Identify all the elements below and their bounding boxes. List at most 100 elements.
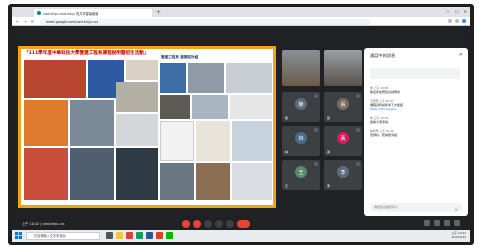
participant-tile[interactable] bbox=[282, 50, 320, 86]
participant-tile[interactable]: 林 林 bbox=[282, 126, 320, 156]
chat-header: 通話中的訊息 bbox=[370, 53, 396, 58]
avatar: 張 bbox=[337, 98, 349, 110]
participant-video bbox=[324, 50, 362, 86]
participant-tile[interactable] bbox=[324, 50, 362, 86]
chat-message: 王老師 上午 10:37 課程資料請參考下方連結 https://forms.g… bbox=[370, 99, 462, 111]
meeting-time-code: 上午 10:42 | cwd-kmju-rvz bbox=[22, 222, 65, 226]
browser-tab-bar: cwd-kmju-cwd-kmju 的共享螢幕畫面 + — ☐ ✕ bbox=[12, 7, 470, 17]
participant-name: 林 bbox=[285, 150, 289, 154]
taskbar-search-box[interactable]: 在這裡輸入文字來搜尋 bbox=[26, 232, 100, 240]
system-tray-clock[interactable]: 上午 10:42 2022/4/20 bbox=[451, 231, 466, 239]
monitor-frame: cwd-kmju-cwd-kmju 的共享螢幕畫面 + — ☐ ✕ ← → ⟳ … bbox=[8, 4, 474, 245]
participant-name: 王 bbox=[285, 184, 289, 188]
close-chat-button[interactable]: ✕ bbox=[459, 52, 463, 58]
avatar: 林 bbox=[295, 132, 307, 144]
mic-toggle-icon[interactable] bbox=[182, 219, 190, 228]
word-icon[interactable] bbox=[146, 232, 153, 239]
send-icon[interactable]: ➤ bbox=[455, 205, 458, 214]
close-window-button[interactable]: ✕ bbox=[464, 9, 467, 14]
file-explorer-icon[interactable] bbox=[116, 232, 123, 239]
slide-photo bbox=[226, 63, 272, 93]
slide-photo bbox=[196, 163, 230, 200]
new-tab-button[interactable]: + bbox=[156, 9, 161, 16]
window-controls: — ☐ ✕ bbox=[446, 9, 467, 14]
slide-photo bbox=[160, 95, 190, 119]
mic-off-icon bbox=[356, 162, 360, 166]
back-icon[interactable]: ← bbox=[16, 19, 19, 24]
meet-stage: 「111學年度中華科技大學營建工程系課程說明暨招生活動」 營建工程系 建築設計組 bbox=[12, 26, 470, 218]
captions-icon[interactable] bbox=[204, 219, 212, 228]
mic-off-icon bbox=[314, 128, 318, 132]
chat-text: 謝謝大家參與 bbox=[370, 120, 389, 124]
slide-subtitle: 營建工程系 建築設計組 bbox=[161, 55, 199, 59]
slide-photo bbox=[230, 95, 272, 119]
avatar: 黃 bbox=[337, 132, 349, 144]
camera-toggle-icon[interactable] bbox=[193, 219, 201, 228]
slide-title: 「111學年度中華科技大學營建工程系課程說明暨招生活動」 bbox=[24, 51, 149, 56]
meet-favicon-icon bbox=[37, 11, 41, 15]
slide-photo bbox=[24, 100, 68, 146]
slide-photo bbox=[116, 114, 158, 146]
task-view-icon[interactable] bbox=[106, 232, 113, 239]
participant-tile[interactable]: 陳 陳 bbox=[282, 92, 320, 122]
taskbar-apps bbox=[106, 232, 173, 239]
chat-input-placeholder: 傳送訊息給所有人 bbox=[374, 205, 399, 209]
extension-icon[interactable] bbox=[448, 19, 452, 23]
browser-toolbar-icons bbox=[448, 19, 466, 23]
chat-panel: 通話中的訊息 ✕ 你 上午 10:36 歡迎參加營建系說明會 王老師 上午 10… bbox=[364, 48, 468, 216]
windows-start-icon[interactable] bbox=[15, 232, 22, 239]
slide-photo bbox=[232, 121, 272, 161]
profile-avatar-icon[interactable] bbox=[462, 19, 466, 23]
reload-icon[interactable]: ⟳ bbox=[31, 19, 34, 24]
maximize-button[interactable]: ☐ bbox=[455, 9, 459, 14]
participant-name: 陳 bbox=[285, 116, 289, 120]
more-options-icon[interactable] bbox=[226, 219, 234, 228]
browser-tab[interactable]: cwd-kmju-cwd-kmju 的共享螢幕畫面 bbox=[34, 9, 152, 17]
mic-off-icon bbox=[356, 94, 360, 98]
activities-icon[interactable] bbox=[454, 220, 460, 226]
nav-buttons: ← → ⟳ bbox=[16, 19, 34, 24]
participant-tile[interactable]: 張 張 bbox=[324, 92, 362, 122]
chat-link[interactable]: https://forms.gle/... bbox=[370, 107, 462, 111]
slide-photo bbox=[126, 60, 158, 80]
slide-photo bbox=[70, 100, 114, 146]
mic-off-icon bbox=[314, 94, 318, 98]
slide-photo bbox=[196, 121, 230, 161]
chat-icon[interactable] bbox=[444, 220, 450, 226]
call-controls bbox=[182, 219, 250, 228]
info-icon[interactable] bbox=[424, 220, 430, 226]
screen: cwd-kmju-cwd-kmju 的共享螢幕畫面 + — ☐ ✕ ← → ⟳ … bbox=[12, 7, 470, 242]
chat-text: 老師好，聽得很清楚 bbox=[370, 133, 398, 137]
meet-control-bar: 上午 10:42 | cwd-kmju-rvz bbox=[12, 218, 470, 230]
chat-input[interactable]: 傳送訊息給所有人 ➤ bbox=[370, 203, 462, 212]
slide-photo bbox=[70, 148, 114, 200]
present-screen-icon[interactable] bbox=[215, 219, 223, 228]
participant-video bbox=[282, 50, 320, 86]
participant-tile[interactable]: 黃 黃 bbox=[324, 126, 362, 156]
windows-taskbar: 在這裡輸入文字來搜尋 上午 10:42 2022/4/20 bbox=[12, 230, 470, 242]
edge-icon[interactable] bbox=[136, 232, 143, 239]
people-icon[interactable] bbox=[434, 220, 440, 226]
mic-off-icon bbox=[356, 128, 360, 132]
slide-photo bbox=[24, 148, 68, 200]
shared-slide: 「111學年度中華科技大學營建工程系課程說明暨招生活動」 營建工程系 建築設計組 bbox=[21, 49, 273, 205]
participant-tile[interactable]: 李 李 bbox=[324, 160, 362, 190]
chat-messages: 你 上午 10:36 歡迎參加營建系說明會 王老師 上午 10:37 課程資料請… bbox=[370, 86, 462, 142]
url-field[interactable]: meet.google.com/cwd-kmju-rvz bbox=[40, 18, 370, 25]
powerpoint-icon[interactable] bbox=[156, 232, 163, 239]
forward-icon[interactable]: → bbox=[23, 19, 26, 24]
chat-notice bbox=[370, 68, 460, 79]
line-icon[interactable] bbox=[166, 232, 173, 239]
participant-name: 李 bbox=[327, 184, 331, 188]
presentation-frame: 「111學年度中華科技大學營建工程系課程說明暨招生活動」 營建工程系 建築設計組 bbox=[18, 46, 276, 208]
avatar: 陳 bbox=[295, 98, 307, 110]
participant-tile[interactable]: 王 王 bbox=[282, 160, 320, 190]
address-bar-row: ← → ⟳ meet.google.com/cwd-kmju-rvz bbox=[12, 17, 470, 26]
slide-photo bbox=[232, 163, 272, 200]
end-call-button[interactable] bbox=[237, 219, 250, 228]
participant-name: 黃 bbox=[327, 150, 331, 154]
minimize-button[interactable]: — bbox=[446, 9, 450, 14]
chrome-icon[interactable] bbox=[126, 232, 133, 239]
bookmark-icon[interactable] bbox=[455, 19, 459, 23]
chat-message: 林同學 上午 10:40 老師好，聽得很清楚 bbox=[370, 129, 462, 137]
